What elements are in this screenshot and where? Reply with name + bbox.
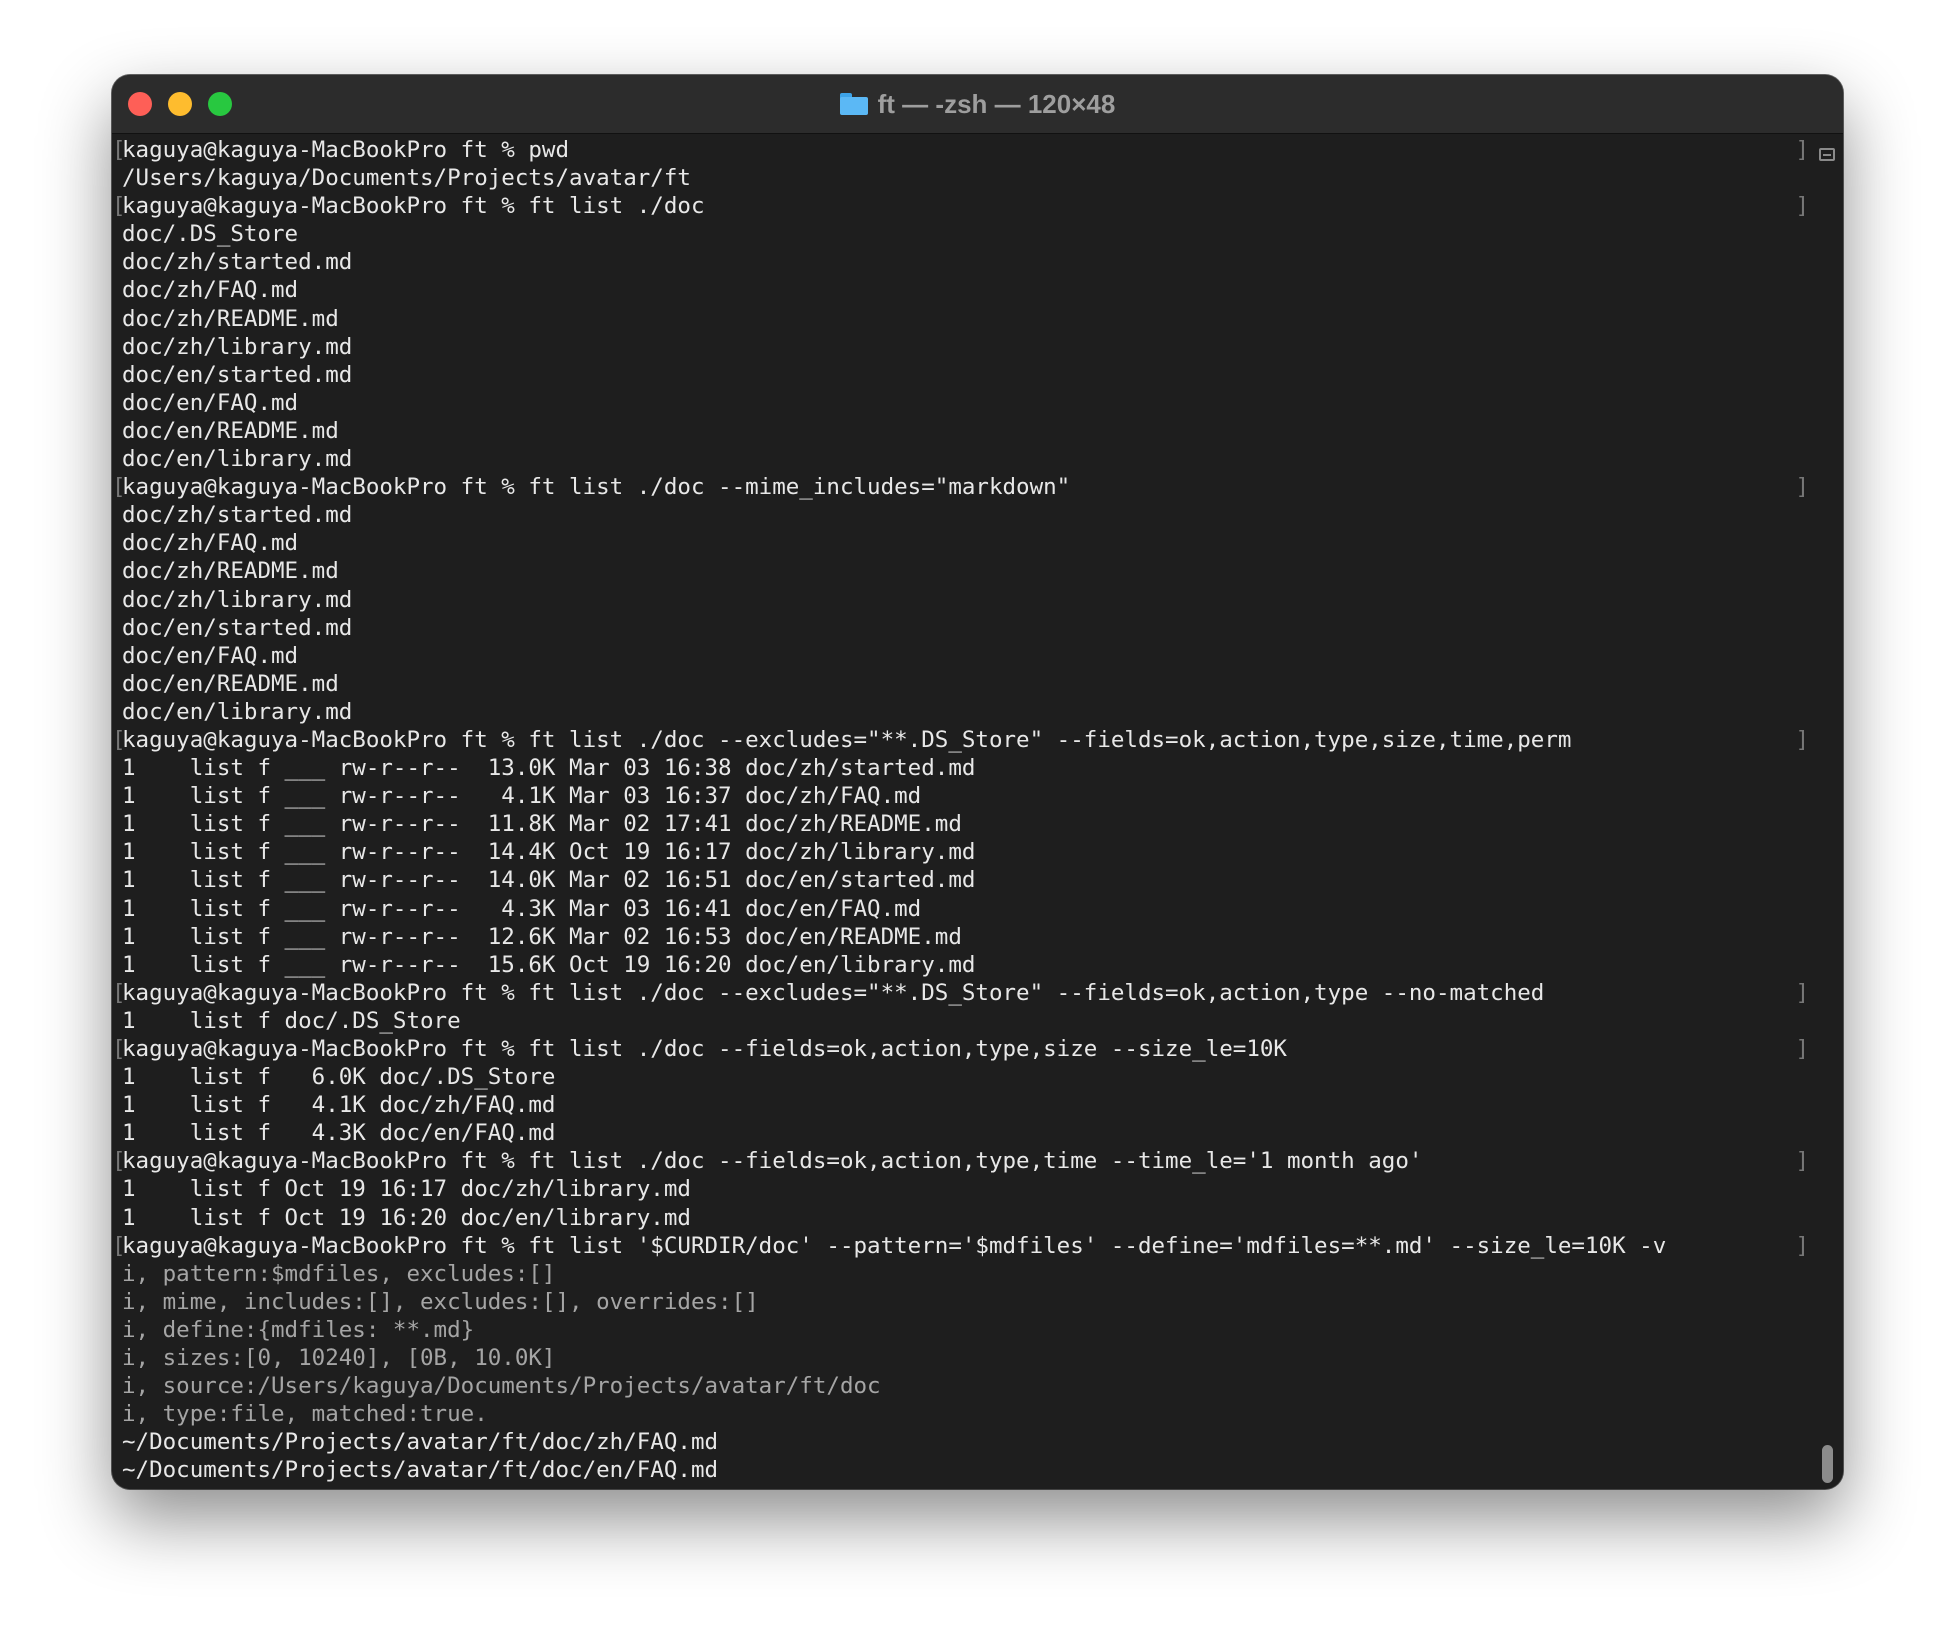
output-line: 1 list f ___ rw-r--r-- 14.4K Oct 19 16:1… [122,839,976,866]
output-line: doc/en/README.md [122,417,339,444]
output-line: doc/zh/FAQ.md [122,277,299,304]
prompt-line: kaguya@kaguya-MacBookPro ft % pwd [112,136,1813,164]
scrollbar[interactable] [1813,134,1843,1489]
output-line: doc/zh/library.md [122,586,353,613]
output-line: ~/Documents/Projects/avatar/ft/doc/zh/FA… [122,1429,719,1456]
output-line: doc/zh/README.md [122,558,339,585]
output-line: doc/zh/started.md [122,249,353,276]
output-line: 1 list f ___ rw-r--r-- 13.0K Mar 03 16:3… [122,755,976,782]
output-line: 1 list f 6.0K doc/.DS_Store [122,1064,556,1091]
prompt-line: kaguya@kaguya-MacBookPro ft % ft list ./… [112,1035,1813,1063]
prompt-line: kaguya@kaguya-MacBookPro ft % ft list ./… [112,726,1813,754]
output-line: 1 list f Oct 19 16:20 doc/en/library.md [122,1204,691,1231]
output-line: doc/en/FAQ.md [122,642,299,669]
prompt-line: kaguya@kaguya-MacBookPro ft % ft list ./… [112,1147,1813,1175]
folder-icon [839,93,868,115]
info-line: i, mime, includes:[], excludes:[], overr… [122,1288,759,1315]
output-line: doc/zh/README.md [122,305,339,332]
info-line: i, sizes:[0, 10240], [0B, 10.0K] [122,1345,556,1372]
output-line: 1 list f ___ rw-r--r-- 15.6K Oct 19 16:2… [122,951,976,978]
output-line: doc/en/started.md [122,614,353,641]
output-line: doc/en/library.md [122,446,353,473]
output-line: 1 list f ___ rw-r--r-- 4.1K Mar 03 16:37… [122,783,922,810]
info-line: i, type:file, matched:true. [122,1401,488,1428]
output-line: 1 list f Oct 19 16:17 doc/zh/library.md [122,1176,691,1203]
prompt-line: kaguya@kaguya-MacBookPro ft % ft list ./… [112,192,1813,220]
output-line: doc/en/FAQ.md [122,389,299,416]
title-bar[interactable]: ft — -zsh — 120×48 [112,75,1843,134]
output-line: 1 list f 4.3K doc/en/FAQ.md [122,1120,556,1147]
output-line: doc/.DS_Store [122,221,299,248]
info-line: i, pattern:$mdfiles, excludes:[] [122,1260,556,1287]
output-line: 1 list f ___ rw-r--r-- 11.8K Mar 02 17:4… [122,811,962,838]
output-line: ~/Documents/Projects/avatar/ft/doc/en/FA… [122,1457,719,1484]
window-title-group: ft — -zsh — 120×48 [112,75,1843,133]
terminal-output[interactable]: kaguya@kaguya-MacBookPro ft % pwd/Users/… [112,134,1813,1489]
output-line: doc/zh/started.md [122,502,353,529]
output-line: 1 list f ___ rw-r--r-- 12.6K Mar 02 16:5… [122,923,962,950]
output-line: doc/zh/FAQ.md [122,530,299,557]
output-line: 1 list f 4.1K doc/zh/FAQ.md [122,1092,556,1119]
scrollbar-thumb[interactable] [1822,1445,1833,1483]
terminal-window: ft — -zsh — 120×48 kaguya@kaguya-MacBook… [112,75,1843,1489]
info-line: i, source:/Users/kaguya/Documents/Projec… [122,1373,881,1400]
output-line: doc/zh/library.md [122,333,353,360]
output-line: 1 list f doc/.DS_Store [122,1007,461,1034]
window-title: ft — -zsh — 120×48 [877,88,1116,119]
prompt-line: kaguya@kaguya-MacBookPro ft % ft list ./… [112,473,1813,501]
output-line: 1 list f ___ rw-r--r-- 14.0K Mar 02 16:5… [122,867,976,894]
output-line: doc/en/started.md [122,361,353,388]
output-line: doc/en/library.md [122,698,353,725]
info-line: i, define:{mdfiles: **.md} [122,1316,475,1343]
prompt-line: kaguya@kaguya-MacBookPro ft % ft list '$… [112,1232,1813,1260]
prompt-line: kaguya@kaguya-MacBookPro ft % ft list ./… [112,979,1813,1007]
output-line: /Users/kaguya/Documents/Projects/avatar/… [122,165,691,192]
output-line: 1 list f ___ rw-r--r-- 4.3K Mar 03 16:41… [122,895,922,922]
output-line: doc/en/README.md [122,670,339,697]
split-pane-icon[interactable] [1819,148,1835,161]
